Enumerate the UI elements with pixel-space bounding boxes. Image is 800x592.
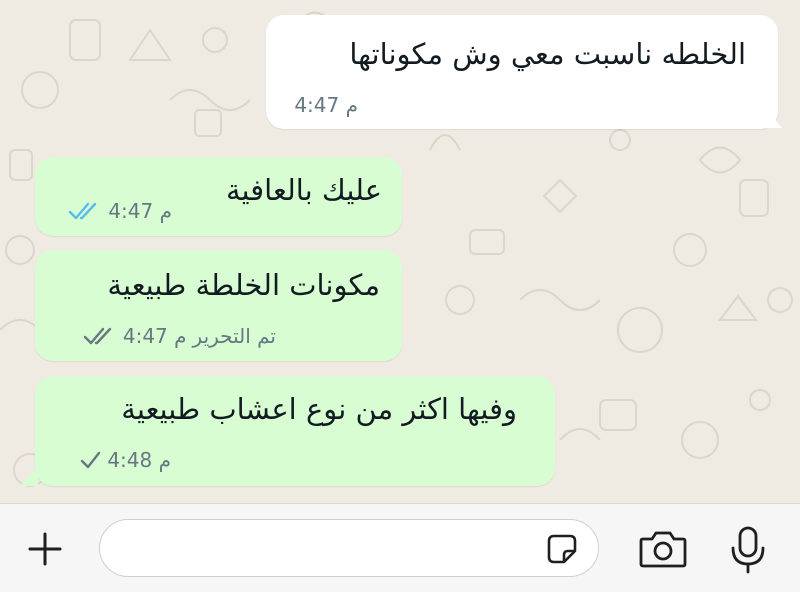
- message-time: 4:48 م: [107, 448, 171, 472]
- microphone-icon: [731, 526, 765, 574]
- bubble-tail: [20, 466, 38, 486]
- message-bubble-outgoing[interactable]: عليك بالعافية 4:47 م: [35, 157, 402, 236]
- double-check-icon: [83, 327, 112, 345]
- message-bubble-incoming[interactable]: الخلطه ناسبت معي وش مكوناتها 4:47 م: [266, 15, 778, 129]
- message-bubble-outgoing[interactable]: وفيها اكثر من نوع اعشاب طبيعية 4:48 م: [35, 376, 555, 486]
- chat-area[interactable]: الخلطه ناسبت معي وش مكوناتها 4:47 م عليك…: [0, 0, 800, 503]
- microphone-button[interactable]: [724, 524, 772, 576]
- message-meta: 4:47 م: [294, 93, 358, 117]
- sticker-button[interactable]: [544, 531, 580, 567]
- message-text: عليك بالعافية: [225, 173, 382, 207]
- message-meta: 4:47 م: [68, 199, 172, 223]
- single-check-icon: [81, 451, 101, 469]
- camera-button[interactable]: [636, 526, 690, 572]
- double-check-read-icon: [69, 202, 97, 220]
- camera-icon: [639, 531, 687, 568]
- bubble-tail: [766, 108, 782, 128]
- message-meta: تم التحرير 4:47 م: [83, 324, 276, 348]
- message-time: 4:47 م: [108, 199, 172, 223]
- message-text: مكونات الخلطة طبيعية: [107, 268, 380, 302]
- message-input[interactable]: [99, 519, 599, 577]
- message-text: الخلطه ناسبت معي وش مكوناتها: [349, 37, 746, 71]
- message-time: 4:47 م: [294, 93, 358, 117]
- message-bubble-outgoing[interactable]: مكونات الخلطة طبيعية تم التحرير 4:47 م: [35, 250, 402, 361]
- sticker-icon: [547, 534, 577, 564]
- message-meta: 4:48 م: [79, 448, 171, 472]
- plus-icon: [28, 532, 62, 566]
- attach-button[interactable]: [22, 526, 68, 572]
- message-time: 4:47 م: [122, 324, 187, 348]
- message-input-bar: [0, 503, 800, 592]
- message-text: وفيها اكثر من نوع اعشاب طبيعية: [121, 392, 517, 426]
- edited-label: تم التحرير: [192, 324, 276, 348]
